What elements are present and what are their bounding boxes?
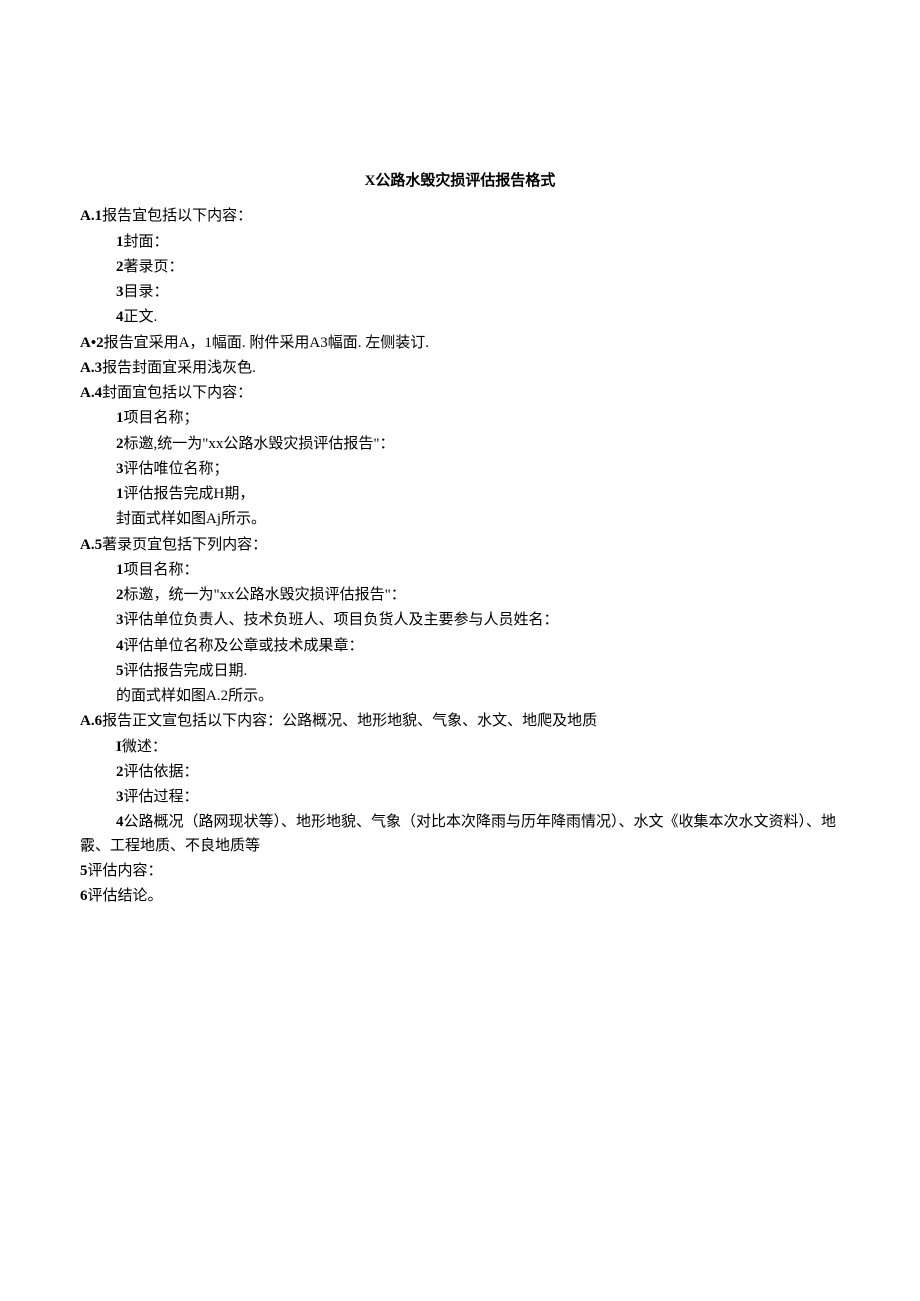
section-a1-header: A.1报告宜包括以下内容： xyxy=(80,205,840,228)
a6-item-6: 6评估结论。 xyxy=(80,885,840,908)
a5-item-3-text: 评估单位负责人、技术负班人、项目负货人及主要参与人员姓名： xyxy=(124,612,559,628)
label-a1: A.1 xyxy=(80,208,102,224)
a6-item-2-text: 评估依据： xyxy=(124,764,199,780)
a6-item-1: I微述： xyxy=(80,736,840,759)
label-a4: A.4 xyxy=(80,385,102,401)
a1-item-4: 4正文. xyxy=(80,306,840,329)
a5-item-4: 4评估单位名称及公章或技术成果章： xyxy=(80,635,840,658)
a4-item-4-text: 评估报告完成H期， xyxy=(124,486,255,502)
section-a4-header: A.4封面宜包括以下内容： xyxy=(80,382,840,405)
a5-item-4-text: 评估单位名称及公章或技术成果章： xyxy=(124,638,364,654)
a4-item-4-num: 1 xyxy=(116,486,124,502)
a5-item-1-text: 项目名称： xyxy=(124,562,199,578)
a6-item-3-num: 3 xyxy=(116,789,124,805)
a6-item-6-text: 评估结论。 xyxy=(88,888,163,904)
a6-item-4-wrapper: 4公路概况（路网现状等）、地形地貌、气象（对比本次降雨与历年降雨情况）、水文《收… xyxy=(80,811,840,858)
a6-item-3-text: 评估过程： xyxy=(124,789,199,805)
a4-item-1-text: 项目名称； xyxy=(124,410,199,426)
a4-footer: 封面式样如图Aj所示。 xyxy=(80,508,840,531)
a6-item-5-text: 评估内容： xyxy=(88,863,163,879)
a4-header-text: 封面宜包括以下内容： xyxy=(102,385,252,401)
a6-header-text: 报告正文宣包括以下内容：公路概况、地形地貌、气象、水文、地爬及地质 xyxy=(102,713,597,729)
a5-item-2-text: 标邀，统一为"xx公路水毁灾损评估报告"： xyxy=(124,587,406,603)
a1-item-3-num: 3 xyxy=(116,284,124,300)
a6-item-3: 3评估过程： xyxy=(80,786,840,809)
a5-item-5-num: 5 xyxy=(116,663,124,679)
a1-item-2: 2著录页： xyxy=(80,256,840,279)
a5-item-1-num: 1 xyxy=(116,562,124,578)
a1-item-1-num: 1 xyxy=(116,234,124,250)
a5-item-2: 2标邀，统一为"xx公路水毁灾损评估报告"： xyxy=(80,584,840,607)
label-a2: A•2 xyxy=(80,335,104,351)
section-a6-header: A.6报告正文宣包括以下内容：公路概况、地形地貌、气象、水文、地爬及地质 xyxy=(80,710,840,733)
a4-item-3: 3评估唯位名称； xyxy=(80,458,840,481)
a4-item-1-num: 1 xyxy=(116,410,124,426)
label-a5: A.5 xyxy=(80,537,102,553)
a6-item-5: 5评估内容： xyxy=(80,860,840,883)
a5-item-3-num: 3 xyxy=(116,612,124,628)
a5-item-3: 3评估单位负责人、技术负班人、项目负货人及主要参与人员姓名： xyxy=(80,609,840,632)
section-a2: A•2报告宜采用A，1幅面. 附件采用A3幅面. 左侧装订. xyxy=(80,332,840,355)
section-a3: A.3报告封面宜采用浅灰色. xyxy=(80,357,840,380)
a6-item-5-num: 5 xyxy=(80,863,88,879)
a4-item-2-text: 标邀,统一为"xx公路水毁灾损评估报告"： xyxy=(124,436,395,452)
a3-text: 报告封面宜采用浅灰色. xyxy=(102,360,256,376)
a1-item-2-text: 著录页： xyxy=(124,259,184,275)
a4-item-1: 1项目名称； xyxy=(80,407,840,430)
a5-item-1: 1项目名称： xyxy=(80,559,840,582)
a6-item-4-text: 公路概况（路网现状等）、地形地貌、气象（对比本次降雨与历年降雨情况）、水文《收集… xyxy=(80,814,836,853)
document-title: X公路水毁灾损评估报告格式 xyxy=(80,170,840,193)
a4-item-3-num: 3 xyxy=(116,461,124,477)
a4-item-3-text: 评估唯位名称； xyxy=(124,461,229,477)
a6-item-1-text: 微述： xyxy=(122,739,167,755)
a4-item-4: 1评估报告完成H期， xyxy=(80,483,840,506)
a5-header-text: 著录页宜包括下列内容： xyxy=(102,537,267,553)
a5-footer: 的面式样如图A.2所示。 xyxy=(80,685,840,708)
section-a5-header: A.5著录页宜包括下列内容： xyxy=(80,534,840,557)
a1-item-1-text: 封面： xyxy=(124,234,169,250)
a6-item-2: 2评估依据： xyxy=(80,761,840,784)
a5-item-2-num: 2 xyxy=(116,587,124,603)
a1-item-2-num: 2 xyxy=(116,259,124,275)
a4-item-2-num: 2 xyxy=(116,436,124,452)
a6-item-2-num: 2 xyxy=(116,764,124,780)
a1-item-1: 1封面： xyxy=(80,231,840,254)
a5-item-5: 5评估报告完成日期. xyxy=(80,660,840,683)
label-a3: A.3 xyxy=(80,360,102,376)
a1-item-4-text: 正文. xyxy=(124,309,158,325)
a4-item-2: 2标邀,统一为"xx公路水毁灾损评估报告"： xyxy=(80,433,840,456)
a1-header-text: 报告宜包括以下内容： xyxy=(102,208,252,224)
a6-item-6-num: 6 xyxy=(80,888,88,904)
a6-item-4-num: 4 xyxy=(116,814,124,830)
a1-item-3: 3目录： xyxy=(80,281,840,304)
a1-item-3-text: 目录： xyxy=(124,284,169,300)
a1-item-4-num: 4 xyxy=(116,309,124,325)
a5-item-5-text: 评估报告完成日期. xyxy=(124,663,248,679)
a2-text: 报告宜采用A，1幅面. 附件采用A3幅面. 左侧装订. xyxy=(104,335,429,351)
a5-item-4-num: 4 xyxy=(116,638,124,654)
label-a6: A.6 xyxy=(80,713,102,729)
